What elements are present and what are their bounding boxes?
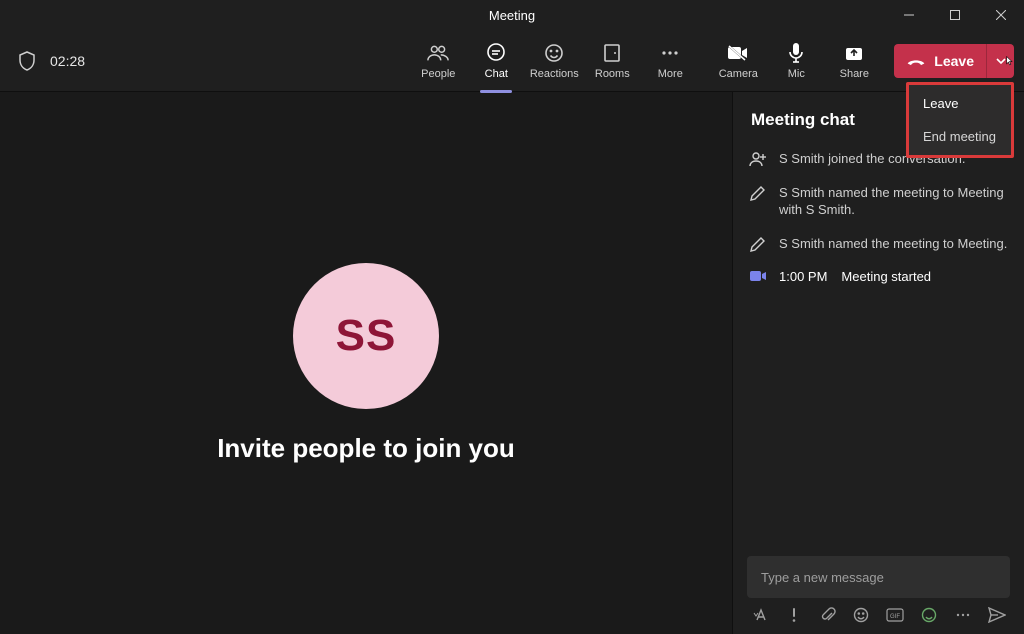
message-input[interactable] bbox=[761, 570, 996, 585]
chevron-down-icon bbox=[996, 56, 1006, 66]
attach-icon[interactable] bbox=[819, 606, 837, 624]
window-controls bbox=[886, 0, 1024, 30]
chat-event-time: 1:00 PM bbox=[779, 268, 827, 286]
camera-button[interactable]: Camera bbox=[710, 42, 766, 80]
chat-log: S Smith joined the conversation. S Smith… bbox=[733, 142, 1024, 544]
participant-avatar: SS bbox=[293, 263, 439, 409]
maximize-button[interactable] bbox=[932, 0, 978, 30]
tab-label: Chat bbox=[485, 68, 508, 80]
format-icon[interactable] bbox=[751, 606, 769, 624]
camera-off-icon bbox=[727, 42, 749, 64]
tab-label: More bbox=[658, 68, 683, 80]
compose-box[interactable] bbox=[747, 556, 1010, 598]
rooms-icon bbox=[601, 42, 623, 64]
reactions-icon bbox=[543, 42, 565, 64]
svg-text:GIF: GIF bbox=[890, 614, 900, 620]
tab-reactions[interactable]: Reactions bbox=[526, 42, 582, 80]
leave-dropdown-button[interactable] bbox=[986, 44, 1014, 78]
sticker-icon[interactable] bbox=[920, 606, 938, 624]
tab-label: Reactions bbox=[530, 68, 579, 80]
chat-event: S Smith named the meeting to Meeting wit… bbox=[749, 176, 1008, 227]
compose-more-icon[interactable] bbox=[954, 606, 972, 624]
priority-icon[interactable] bbox=[785, 606, 803, 624]
compose-toolbar: GIF bbox=[733, 606, 1024, 634]
people-icon bbox=[427, 42, 449, 64]
tab-people[interactable]: People bbox=[410, 42, 466, 80]
minimize-button[interactable] bbox=[886, 0, 932, 30]
control-label: Share bbox=[840, 68, 869, 80]
chat-icon bbox=[485, 42, 507, 64]
privacy-shield-icon[interactable] bbox=[10, 51, 44, 71]
gif-icon[interactable]: GIF bbox=[886, 606, 904, 624]
mic-button[interactable]: Mic bbox=[768, 42, 824, 80]
hangup-icon bbox=[906, 54, 926, 68]
tab-rooms[interactable]: Rooms bbox=[584, 42, 640, 80]
chat-event: 1:00 PM Meeting started bbox=[749, 260, 1008, 294]
emoji-icon[interactable] bbox=[852, 606, 870, 624]
more-icon bbox=[659, 42, 681, 64]
video-icon bbox=[749, 268, 767, 286]
chat-event-text: S Smith named the meeting to Meeting wit… bbox=[779, 184, 1008, 219]
person-add-icon bbox=[749, 150, 767, 168]
window-title: Meeting bbox=[489, 8, 535, 23]
leave-button[interactable]: Leave bbox=[894, 44, 1014, 78]
chat-event-text: Meeting started bbox=[841, 268, 931, 286]
tab-more[interactable]: More bbox=[642, 42, 698, 80]
mic-icon bbox=[785, 42, 807, 64]
leave-menu: Leave End meeting bbox=[906, 82, 1014, 158]
invite-prompt: Invite people to join you bbox=[217, 433, 515, 464]
meeting-stage: SS Invite people to join you bbox=[0, 92, 732, 634]
tab-label: People bbox=[421, 68, 455, 80]
leave-menu-end[interactable]: End meeting bbox=[909, 120, 1011, 153]
pencil-icon bbox=[749, 235, 767, 253]
close-button[interactable] bbox=[978, 0, 1024, 30]
leave-menu-leave[interactable]: Leave bbox=[909, 87, 1011, 120]
share-icon bbox=[843, 42, 865, 64]
share-button[interactable]: Share bbox=[826, 42, 882, 80]
tab-chat[interactable]: Chat bbox=[468, 42, 524, 80]
chat-event-text: S Smith named the meeting to Meeting. bbox=[779, 235, 1007, 253]
leave-label: Leave bbox=[934, 53, 974, 69]
control-label: Mic bbox=[788, 68, 805, 80]
chat-panel: Meeting chat S Smith joined the conversa… bbox=[732, 92, 1024, 634]
chat-event: S Smith named the meeting to Meeting. bbox=[749, 227, 1008, 261]
tab-label: Rooms bbox=[595, 68, 630, 80]
send-button[interactable] bbox=[988, 606, 1006, 624]
mouse-cursor-icon bbox=[1005, 56, 1014, 66]
elapsed-time: 02:28 bbox=[50, 53, 85, 69]
pencil-icon bbox=[749, 184, 767, 219]
control-label: Camera bbox=[719, 68, 758, 80]
